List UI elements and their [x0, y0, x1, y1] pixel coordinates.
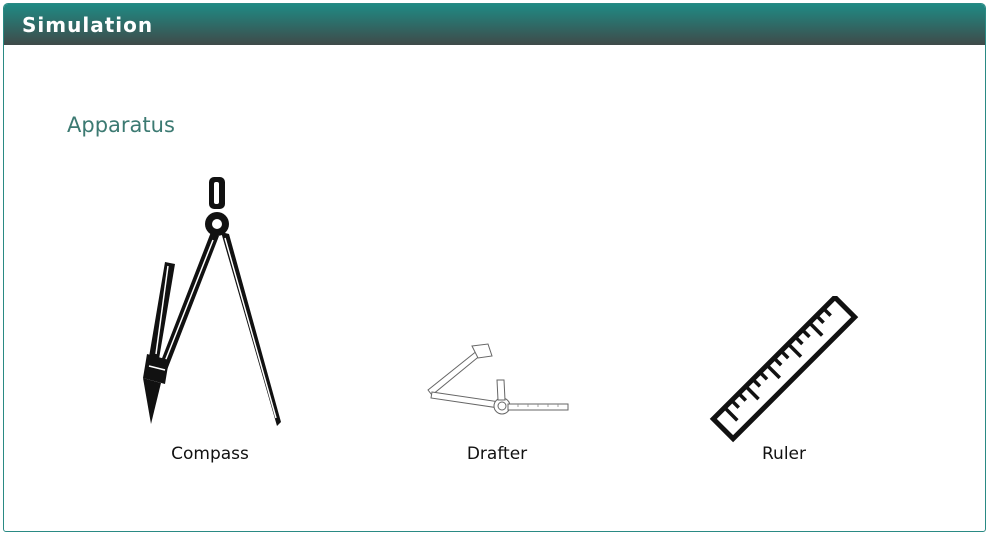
apparatus-label-compass: Compass [171, 444, 249, 464]
apparatus-label-ruler: Ruler [762, 444, 806, 464]
compass-icon [143, 177, 281, 426]
simulation-panel: Simulation Apparatus Compass Drafter Rul… [3, 3, 986, 532]
drafter-icon [427, 343, 569, 415]
ruler-icon [709, 296, 859, 443]
panel-header: Simulation [4, 4, 985, 45]
apparatus-ruler[interactable] [709, 296, 859, 444]
panel-title: Simulation [22, 12, 154, 37]
apparatus-label-drafter: Drafter [466, 444, 528, 464]
apparatus-compass[interactable] [139, 174, 289, 434]
section-heading: Apparatus [67, 113, 175, 137]
apparatus-drafter[interactable] [422, 340, 572, 418]
